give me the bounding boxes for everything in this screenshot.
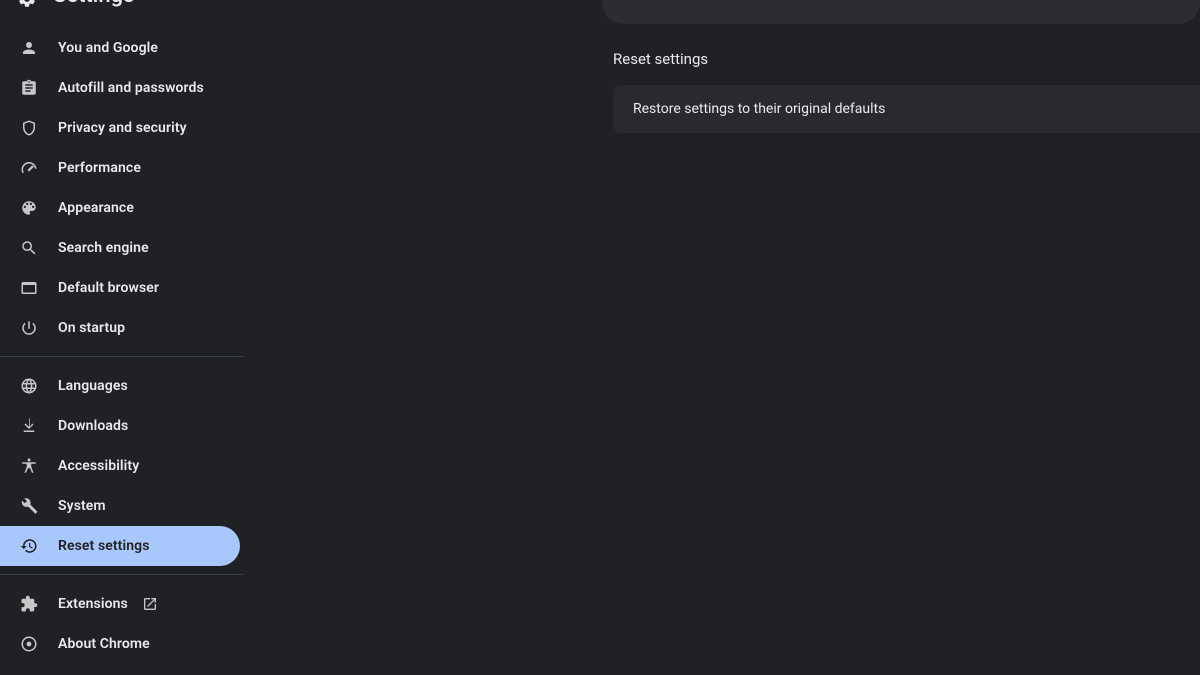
settings-sidebar: Settings You and Google Autofill and pas… [0, 0, 282, 675]
speedometer-icon [19, 158, 39, 178]
sidebar-item-about-chrome[interactable]: About Chrome [0, 624, 282, 664]
sidebar-item-label: Performance [58, 160, 141, 176]
sidebar-header: Settings [0, 0, 282, 14]
browser-window-icon [19, 278, 39, 298]
globe-icon [19, 376, 39, 396]
search-icon [19, 238, 39, 258]
sidebar-item-system[interactable]: System [0, 486, 282, 526]
restore-icon [19, 536, 39, 556]
section-title: Reset settings [613, 50, 708, 68]
sidebar-item-label: Privacy and security [58, 120, 187, 136]
open-in-new-icon [142, 596, 158, 612]
sidebar-item-you-and-google[interactable]: You and Google [0, 28, 282, 68]
sidebar-item-label: Autofill and passwords [58, 80, 204, 96]
sidebar-item-autofill[interactable]: Autofill and passwords [0, 68, 282, 108]
sidebar-item-on-startup[interactable]: On startup [0, 308, 282, 348]
person-icon [19, 38, 39, 58]
sidebar-item-label: Default browser [58, 280, 159, 296]
download-icon [19, 416, 39, 436]
sidebar-item-languages[interactable]: Languages [0, 366, 282, 406]
sidebar-nav: You and Google Autofill and passwords Pr… [0, 28, 282, 664]
shield-icon [19, 118, 39, 138]
sidebar-item-appearance[interactable]: Appearance [0, 188, 282, 228]
sidebar-item-label: You and Google [58, 40, 158, 56]
sidebar-item-label: On startup [58, 320, 125, 336]
sidebar-item-accessibility[interactable]: Accessibility [0, 446, 282, 486]
power-icon [19, 318, 39, 338]
sidebar-divider [0, 356, 243, 357]
extension-icon [19, 594, 39, 614]
sidebar-item-label: Reset settings [58, 538, 150, 554]
sidebar-item-label: Downloads [58, 418, 128, 434]
clipboard-icon [19, 78, 39, 98]
sidebar-item-label: System [58, 498, 106, 514]
wrench-icon [19, 496, 39, 516]
sidebar-divider [0, 574, 243, 575]
sidebar-item-label: Search engine [58, 240, 149, 256]
sidebar-item-reset-settings[interactable]: Reset settings [0, 526, 240, 566]
sidebar-item-default-browser[interactable]: Default browser [0, 268, 282, 308]
palette-icon [19, 198, 39, 218]
restore-defaults-label: Restore settings to their original defau… [633, 101, 885, 117]
sidebar-item-label: About Chrome [58, 636, 150, 652]
restore-defaults-row[interactable]: Restore settings to their original defau… [613, 85, 1200, 133]
sidebar-item-downloads[interactable]: Downloads [0, 406, 282, 446]
search-settings-bar[interactable] [602, 0, 1200, 24]
sidebar-item-extensions[interactable]: Extensions [0, 584, 282, 624]
sidebar-item-privacy[interactable]: Privacy and security [0, 108, 282, 148]
sidebar-item-label: Appearance [58, 200, 134, 216]
main-content: Reset settings Restore settings to their… [282, 0, 1200, 675]
sidebar-item-label: Extensions [58, 596, 128, 612]
chrome-icon [19, 634, 39, 654]
accessibility-icon [19, 456, 39, 476]
sidebar-item-label: Accessibility [58, 458, 139, 474]
sidebar-title: Settings [53, 0, 134, 8]
sidebar-item-search-engine[interactable]: Search engine [0, 228, 282, 268]
settings-gear-icon [17, 0, 37, 9]
sidebar-item-performance[interactable]: Performance [0, 148, 282, 188]
sidebar-item-label: Languages [58, 378, 128, 394]
